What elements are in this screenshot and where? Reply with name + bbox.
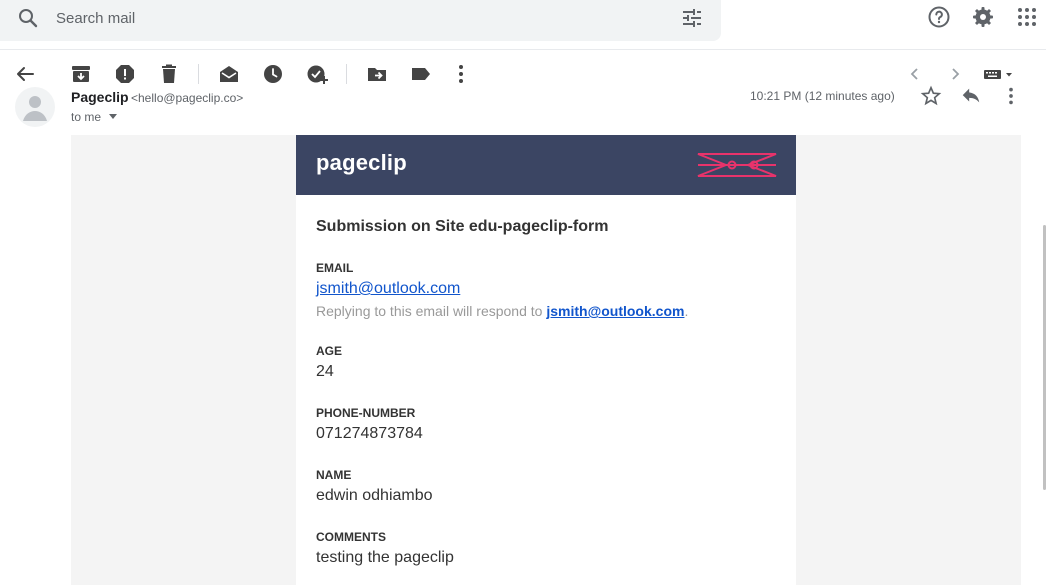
field-label-phone: PHONE-NUMBER [316,406,416,420]
toolbar-divider [198,64,199,84]
apps-grid-icon[interactable] [1015,5,1039,29]
field-value-age: 24 [316,363,334,380]
help-icon[interactable] [927,5,951,29]
sender-email: <hello@pageclip.co> [131,91,244,105]
field-label-age: AGE [316,344,343,358]
gear-icon[interactable] [971,5,995,29]
archive-icon[interactable] [69,62,93,86]
toolbar-divider [346,64,347,84]
more-vert-icon[interactable] [1000,85,1022,107]
brand-header: pageclip [296,135,796,195]
star-icon[interactable] [920,85,942,107]
sender-name: Pageclip [71,89,129,105]
reply-note-text: Replying to this email will respond to [316,303,547,319]
trash-icon[interactable] [157,62,181,86]
reply-icon[interactable] [960,85,982,107]
message-timestamp: 10:21 PM (12 minutes ago) [750,89,895,103]
clock-icon[interactable] [261,62,285,86]
field-label-email: EMAIL [316,261,354,275]
search-bar[interactable] [0,0,721,41]
report-spam-icon[interactable] [113,62,137,86]
arrow-back-icon[interactable] [13,62,37,86]
recipient-details[interactable]: to me [71,110,101,124]
reply-email-link[interactable]: jsmith@outlook.com [546,303,684,319]
label-icon[interactable] [409,62,433,86]
tune-icon[interactable] [680,6,704,30]
chevron-right-icon[interactable] [943,62,967,86]
reply-note: Replying to this email will respond to j… [316,303,688,319]
email-content: pageclip Submission on Site edu-pageclip… [296,135,796,585]
brand-logo-text: pageclip [316,150,407,175]
mark-unread-icon[interactable] [217,62,241,86]
reply-note-suffix: . [684,303,689,319]
clothespin-logo-icon [697,153,777,177]
field-label-comments: COMMENTS [316,530,386,544]
field-value-phone: 071274873784 [316,425,423,442]
keyboard-icon[interactable] [983,62,1017,86]
more-vert-icon[interactable] [449,62,473,86]
field-value-comments: testing the pageclip [316,549,454,566]
search-icon[interactable] [16,6,40,30]
caret-down-icon[interactable] [109,114,117,119]
field-value-email: jsmith@outlook.com [316,280,460,298]
email-link[interactable]: jsmith@outlook.com [316,280,460,297]
field-label-name: NAME [316,468,352,482]
avatar[interactable] [15,87,55,127]
chevron-left-icon[interactable] [903,62,927,86]
search-input[interactable] [56,6,656,30]
submission-title: Submission on Site edu-pageclip-form [316,218,609,235]
add-task-icon[interactable] [305,62,329,86]
move-to-icon[interactable] [365,62,389,86]
field-value-name: edwin odhiambo [316,487,433,504]
